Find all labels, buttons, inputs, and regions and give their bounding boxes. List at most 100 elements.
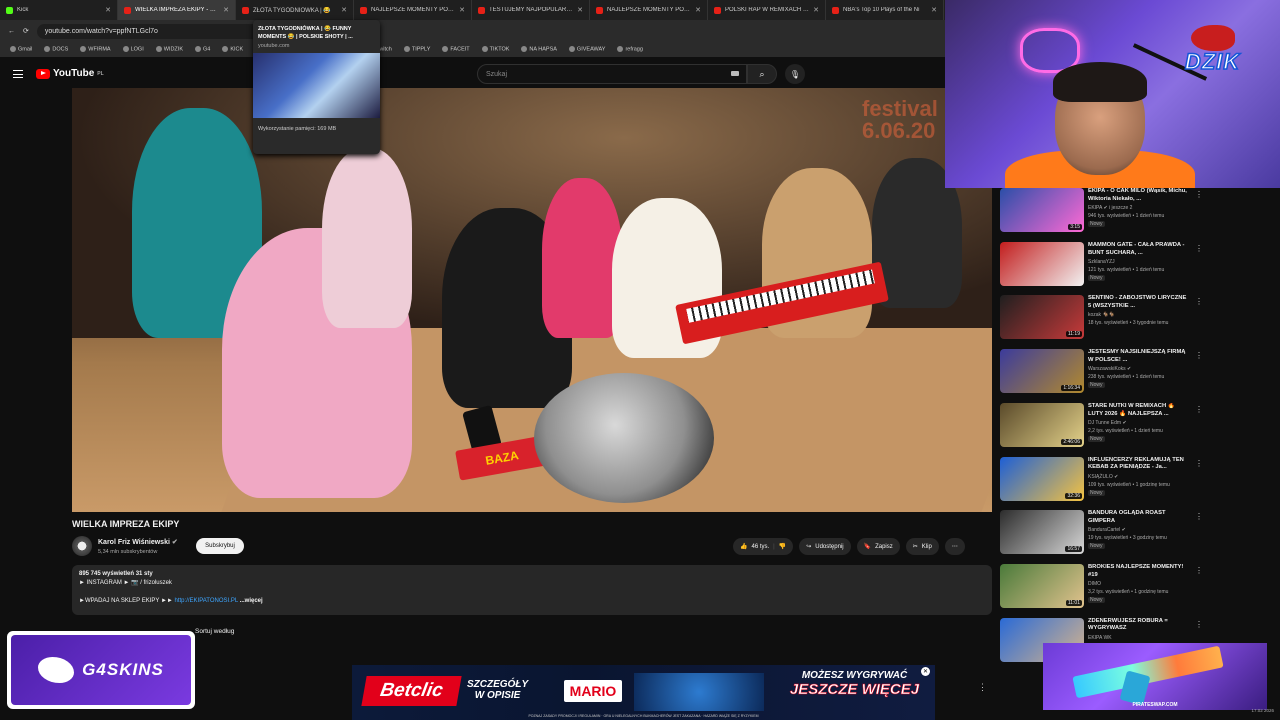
show-more-button[interactable]: ...więcej — [240, 598, 263, 604]
channel-avatar[interactable] — [72, 536, 92, 556]
browser-tab[interactable]: ZŁOTA TYGODNIÓWKA | 😂 ✕ — [236, 0, 354, 20]
share-button[interactable]: ↪ Udostępnij — [799, 538, 851, 555]
bookmark-item[interactable]: FACEIT — [442, 46, 470, 53]
more-icon[interactable]: ⋮ — [1195, 297, 1203, 306]
recommended-video[interactable]: 3:15 EKIPA - O CAK MILO (Wąsik, Michu, Wi… — [1000, 185, 1203, 235]
bookmark-item[interactable]: LOGI — [122, 46, 144, 53]
more-icon[interactable]: ⋮ — [978, 682, 987, 693]
subscriber-count: 5,34 mln subskrybentów — [98, 549, 158, 555]
channel-name[interactable]: EKIPA WK — [1088, 635, 1112, 641]
search-input[interactable]: Szukaj — [477, 64, 747, 84]
video-title[interactable]: SENTINO - ZABÓJSTWO LIRYCZNE 5 (WSZYSTKI… — [1088, 295, 1188, 311]
voice-search-button[interactable]: 🎙 — [785, 64, 805, 84]
url-field[interactable]: youtube.com/watch?v=ppfNTLGcl7o — [36, 23, 277, 39]
bookmark-item[interactable]: TIKTOK — [481, 46, 509, 53]
channel-name[interactable]: WarszawskiKoks ✔ — [1088, 366, 1131, 372]
more-icon[interactable]: ⋮ — [1195, 190, 1203, 199]
video-meta: 946 tys. wyświetleń • 1 dzień temu — [1088, 213, 1165, 219]
video-title[interactable]: ZDENERWUJESZ ROBURA = WYGRYWASZ — [1088, 618, 1188, 634]
menu-icon[interactable] — [13, 70, 23, 78]
bookmark-item[interactable]: Gmail — [10, 46, 32, 53]
recommended-video[interactable]: 11:01 BROKIES NAJLEPSZE MOMENTY! #19 DIMO 3… — [1000, 561, 1203, 611]
recommended-video[interactable]: 32:36 INFLUENCERZY REKLAMUJĄ TEN KEBAB ZA… — [1000, 454, 1203, 504]
bookmark-item[interactable]: WIDZIK — [155, 46, 183, 53]
channel-name[interactable]: DIMO — [1088, 581, 1101, 587]
more-icon[interactable]: ⋮ — [1195, 405, 1203, 414]
comments-sort[interactable]: Sortuj według — [195, 628, 234, 635]
bookmark-item[interactable]: refragg — [617, 46, 643, 53]
back-icon[interactable]: ← — [8, 28, 15, 35]
close-icon[interactable]: ✕ — [921, 667, 930, 676]
channel-name[interactable]: Karol Friz Wiśniewski ✔ — [98, 538, 178, 546]
video-thumbnail[interactable]: 1:16:34 — [1000, 349, 1084, 394]
video-thumbnail[interactable]: 11:19 — [1000, 295, 1084, 340]
video-thumbnail[interactable] — [1000, 241, 1084, 286]
browser-tab[interactable]: NAJLEPSZE MOMENTY POLSKIE✕ — [590, 0, 708, 20]
youtube-logo[interactable]: YouTube PL — [36, 68, 104, 79]
channel-name[interactable]: BanduraCartel ✔ — [1088, 527, 1126, 533]
bookmark-item[interactable]: DOCS — [44, 46, 68, 53]
browser-tab[interactable]: Kick ✕ — [0, 0, 118, 20]
video-thumbnail[interactable]: 11:01 — [1000, 563, 1084, 608]
browser-tab[interactable]: NBA's Top 10 Plays of the Ni ✕ — [826, 0, 944, 20]
video-title[interactable]: EKIPA - O CAK MILO (Wąsik, Michu, Wiktor… — [1088, 188, 1188, 204]
channel-name[interactable]: KSIĄŻULO ✔ — [1088, 474, 1118, 480]
video-title[interactable]: BROKIES NAJLEPSZE MOMENTY! #19 — [1088, 564, 1188, 580]
close-tab-icon[interactable]: ✕ — [931, 6, 937, 14]
bookmark-item[interactable]: G4 — [194, 46, 210, 53]
close-tab-icon[interactable]: ✕ — [577, 6, 583, 14]
search-button[interactable]: ⌕ — [747, 64, 777, 84]
recommended-video[interactable]: MAMMON GATE - CAŁA PRAWDA - BUNT SUCHARA… — [1000, 239, 1203, 289]
browser-tab[interactable]: WIELKA IMPREZA EKIPY - YouTube✕ — [118, 0, 236, 20]
close-tab-icon[interactable]: ✕ — [223, 6, 229, 14]
bookmark-item[interactable]: NA HAPSA — [521, 46, 557, 53]
more-icon[interactable]: ⋮ — [1195, 351, 1203, 360]
more-icon: ⋯ — [951, 544, 958, 550]
browser-tab[interactable]: POLSKI RAP W REMIXACH 2026 ✕ — [708, 0, 826, 20]
video-thumbnail[interactable]: 32:36 — [1000, 456, 1084, 501]
close-tab-icon[interactable]: ✕ — [459, 6, 465, 14]
like-button[interactable]: 👍 46 tys. | 👎 — [733, 538, 794, 555]
close-tab-icon[interactable]: ✕ — [813, 6, 819, 14]
recommended-video[interactable]: 11:19 SENTINO - ZABÓJSTWO LIRYCZNE 5 (WSZ… — [1000, 292, 1203, 342]
channel-name[interactable]: kozak 🐐🐐 — [1088, 312, 1115, 318]
video-thumbnail[interactable]: 2:46:06 — [1000, 402, 1084, 447]
channel-name[interactable]: DJ Tunne Edm ✔ — [1088, 420, 1127, 426]
bookmark-item[interactable]: KICK — [222, 46, 243, 53]
more-icon[interactable]: ⋮ — [1195, 620, 1203, 629]
close-tab-icon[interactable]: ✕ — [695, 6, 701, 14]
video-title[interactable]: INFLUENCERZY REKLAMUJĄ TEN KEBAB ZA PIEN… — [1088, 457, 1188, 473]
video-title[interactable]: JESTEŚMY NAJSILNIEJSZĄ FIRMĄ W POLSCE! .… — [1088, 349, 1188, 365]
reload-icon[interactable]: ⟳ — [23, 27, 29, 35]
bookmark-item[interactable]: GIVEAWAY — [568, 46, 605, 53]
channel-name[interactable]: EKIPA ✔ i jeszcze 2 — [1088, 205, 1132, 211]
more-icon[interactable]: ⋮ — [1195, 512, 1203, 521]
video-player[interactable]: festival 6.06.20 BAZA — [72, 88, 992, 512]
close-tab-icon[interactable]: ✕ — [105, 6, 111, 14]
bookmark-item[interactable]: TIPPLY — [403, 46, 430, 53]
video-title[interactable]: BANDURA OGLĄDA ROAST GIMPERA — [1088, 510, 1188, 526]
recommended-video[interactable]: 1:16:34 JESTEŚMY NAJSILNIEJSZĄ FIRMĄ W PO… — [1000, 346, 1203, 396]
video-title[interactable]: MAMMON GATE - CAŁA PRAWDA - BUNT SUCHARA… — [1088, 242, 1188, 258]
browser-tab[interactable]: NAJLEPSZE MOMENTY POLSKIE✕ — [354, 0, 472, 20]
more-icon[interactable]: ⋮ — [1195, 244, 1203, 253]
video-title[interactable]: STARE NUTKI W REMIXACH 🔥 LUTY 2026 🔥 NAJ… — [1088, 403, 1188, 419]
bookmark-item[interactable]: WFIRMA — [80, 46, 111, 53]
browser-tab[interactable]: TESTUJEMY NAJPOPULARNIEJ ✕ — [472, 0, 590, 20]
clip-button[interactable]: ✂ Klip — [905, 538, 939, 555]
video-thumbnail[interactable]: 3:15 — [1000, 188, 1084, 232]
video-thumbnail[interactable]: 16:57 — [1000, 510, 1084, 555]
more-actions-button[interactable]: ⋯ — [944, 538, 965, 555]
subscribe-button[interactable]: Subskrybuj — [196, 538, 244, 554]
close-tab-icon[interactable]: ✕ — [341, 6, 347, 14]
more-icon[interactable]: ⋮ — [1195, 566, 1203, 575]
recommended-video[interactable]: 16:57 BANDURA OGLĄDA ROAST GIMPERA Bandura… — [1000, 507, 1203, 557]
video-description[interactable]: 895 745 wyświetleń 31 sty ► INSTAGRAM ► … — [72, 565, 992, 615]
channel-name[interactable]: SzklanaYZJ — [1088, 259, 1115, 265]
shop-link[interactable]: http://EKIPATONOSI.PL — [175, 598, 238, 604]
keyboard-icon[interactable] — [731, 71, 739, 76]
recommended-video[interactable]: 2:46:06 STARE NUTKI W REMIXACH 🔥 LUTY 202… — [1000, 400, 1203, 450]
save-button[interactable]: 🔖 Zapisz — [856, 538, 900, 555]
thumbs-down-icon[interactable]: 👎 — [779, 543, 786, 550]
more-icon[interactable]: ⋮ — [1195, 459, 1203, 468]
